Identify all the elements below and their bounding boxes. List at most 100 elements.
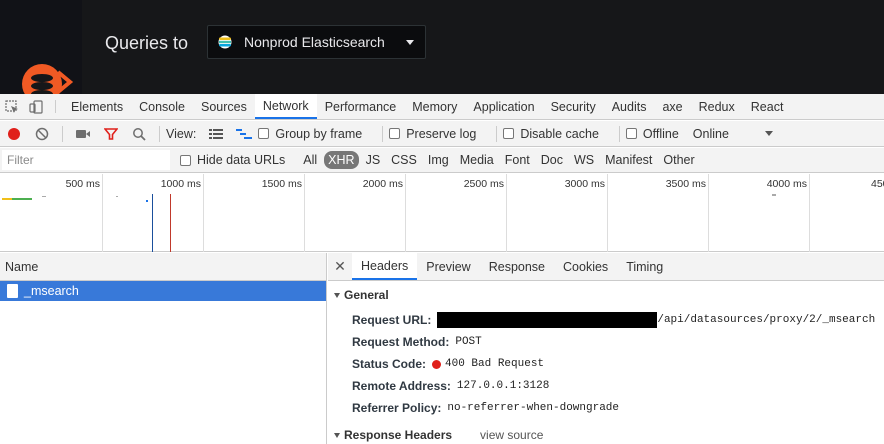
filter-input[interactable] (2, 150, 170, 170)
filter-type-other[interactable]: Other (659, 151, 698, 169)
search-button[interactable] (125, 121, 153, 147)
preserve-log-checkbox[interactable]: Preserve log (389, 127, 482, 141)
tab-application[interactable]: Application (465, 94, 542, 119)
tab-axe[interactable]: axe (654, 94, 690, 119)
network-overview-timeline[interactable]: 500 ms 1000 ms 1500 ms 2000 ms 2500 ms 3… (0, 174, 884, 252)
tab-timing[interactable]: Timing (617, 253, 672, 280)
group-by-frame-checkbox[interactable]: Group by frame (258, 127, 368, 141)
filter-type-doc[interactable]: Doc (537, 151, 567, 169)
capture-screenshots-button[interactable] (69, 121, 97, 147)
filter-type-ws[interactable]: WS (570, 151, 598, 169)
page-title: Queries to (105, 33, 189, 53)
tick-label: 1500 ms (261, 178, 302, 190)
search-icon (133, 127, 146, 141)
status-code-row: Status Code: 400 Bad Request (328, 353, 884, 375)
list-icon (209, 128, 224, 139)
overview-bar (116, 196, 118, 197)
checkbox-box[interactable] (625, 128, 637, 139)
load-event-marker (170, 194, 171, 252)
tab-memory[interactable]: Memory (404, 94, 465, 119)
divider (159, 125, 160, 142)
filter-type-all[interactable]: All (299, 151, 321, 169)
general-section-header[interactable]: General (328, 285, 884, 305)
dom-content-loaded-marker (152, 194, 153, 252)
tab-sources[interactable]: Sources (193, 94, 255, 119)
tab-redux[interactable]: Redux (691, 94, 743, 119)
response-headers-section-header[interactable]: Response Headers view source (328, 425, 884, 444)
detail-tabbar: ✕ Headers Preview Response Cookies Timin… (328, 253, 884, 281)
tab-react[interactable]: React (743, 94, 792, 119)
checkbox-box[interactable] (180, 154, 191, 166)
filter-type-js[interactable]: JS (362, 151, 385, 169)
offline-label: Offline (642, 126, 679, 141)
request-row[interactable]: _msearch (0, 281, 326, 301)
tick-label: 3500 ms (665, 178, 706, 190)
request-url-value: /api/datasources/proxy/2/_msearch (657, 314, 876, 326)
checkbox-box[interactable] (503, 128, 515, 139)
tab-console[interactable]: Console (131, 94, 193, 119)
hide-data-urls-checkbox[interactable]: Hide data URLs (180, 153, 291, 167)
preserve-log-label: Preserve log (406, 126, 477, 141)
tab-network[interactable]: Network (254, 94, 317, 119)
tick-label: 1000 ms (160, 178, 201, 190)
remote-address-label: Remote Address: (352, 379, 451, 393)
devtools-tabbar: Elements Console Sources Network Perform… (0, 94, 884, 120)
filter-type-manifest[interactable]: Manifest (601, 151, 656, 169)
overview-bar (42, 196, 46, 197)
inspect-element-icon[interactable] (0, 94, 24, 119)
record-button[interactable] (0, 121, 28, 147)
chevron-down-icon (406, 39, 414, 45)
filter-type-font[interactable]: Font (501, 151, 534, 169)
datasource-name: Nonprod Elasticsearch (244, 34, 385, 50)
request-url-label: Request URL: (352, 313, 432, 327)
clear-button[interactable] (28, 121, 56, 147)
overview-bar (12, 198, 32, 200)
filter-type-img[interactable]: Img (424, 151, 453, 169)
document-icon (7, 284, 18, 298)
filter-toggle-button[interactable] (97, 121, 125, 147)
tab-elements[interactable]: Elements (63, 94, 131, 119)
filter-type-media[interactable]: Media (456, 151, 498, 169)
overview-bar (2, 198, 12, 200)
tab-audits[interactable]: Audits (604, 94, 655, 119)
dropdown-arrow-icon (764, 131, 773, 136)
tab-performance[interactable]: Performance (317, 94, 405, 119)
app-header: Queries to Nonprod Elasticsearch (0, 0, 884, 102)
tick-line (102, 174, 103, 252)
tab-preview[interactable]: Preview (417, 253, 479, 280)
close-icon[interactable]: ✕ (328, 253, 352, 280)
tab-response[interactable]: Response (480, 253, 554, 280)
view-source-link[interactable]: view source (480, 428, 543, 442)
elasticsearch-icon (218, 35, 232, 49)
divider (55, 100, 56, 113)
divider (382, 125, 384, 142)
headers-content: General Request URL: /api/datasources/pr… (328, 281, 884, 444)
video-camera-icon (76, 129, 90, 138)
throttling-value: Online (692, 126, 729, 141)
throttling-select[interactable]: Online (693, 127, 773, 141)
disable-cache-label: Disable cache (520, 126, 599, 141)
tab-headers[interactable]: Headers (352, 253, 418, 280)
datasource-picker[interactable]: Nonprod Elasticsearch (207, 25, 426, 59)
large-rows-button[interactable] (202, 121, 230, 147)
column-header-name[interactable]: Name (0, 253, 326, 281)
offline-checkbox[interactable]: Offline (625, 126, 685, 141)
referrer-policy-value: no-referrer-when-downgrade (447, 402, 620, 414)
divider (62, 125, 63, 142)
filter-type-css[interactable]: CSS (387, 151, 421, 169)
checkbox-box[interactable] (258, 128, 270, 139)
filter-type-xhr[interactable]: XHR (324, 151, 359, 169)
device-toolbar-icon[interactable] (24, 94, 48, 119)
view-label: View: (166, 126, 197, 141)
tick-label: 4000 ms (766, 178, 807, 190)
tab-security[interactable]: Security (543, 94, 604, 119)
tick-label: 2500 ms (463, 178, 504, 190)
tab-cookies[interactable]: Cookies (554, 253, 617, 280)
waterfall-button[interactable] (230, 121, 258, 147)
disable-cache-checkbox[interactable]: Disable cache (503, 127, 605, 141)
tick-label: 450 (871, 178, 884, 190)
referrer-policy-row: Referrer Policy: no-referrer-when-downgr… (328, 397, 884, 419)
waterfall-icon (236, 128, 253, 139)
tick-label: 500 ms (65, 178, 100, 190)
checkbox-box[interactable] (389, 128, 401, 139)
